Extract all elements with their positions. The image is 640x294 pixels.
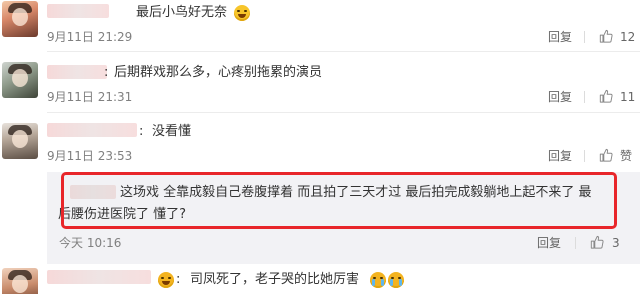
comment-divider <box>47 51 640 52</box>
grinning-face-emoji-icon <box>234 5 250 21</box>
crying-face-emoji-icon <box>158 272 174 288</box>
username-colon: : <box>176 272 181 287</box>
comment-text: 司凤死了，老子哭的比她厉害 <box>190 272 360 287</box>
reply-button[interactable]: 回复 <box>548 30 572 44</box>
username-blurred[interactable] <box>47 270 151 284</box>
like-count: 11 <box>620 90 636 104</box>
avatar[interactable] <box>2 62 38 98</box>
thumbs-up-icon[interactable] <box>599 148 613 162</box>
comment-text: 最后小鸟好无奈 <box>136 5 228 20</box>
sub-reply-time: 今天 10:16 <box>59 236 122 250</box>
avatar-face <box>12 8 28 26</box>
avatar-face <box>12 69 28 87</box>
thumbs-up-icon[interactable] <box>599 29 613 43</box>
comment-text: 后期群戏那么多，心疼别拖累的演员 <box>114 65 323 80</box>
like-count: 12 <box>620 30 636 44</box>
reply-button[interactable]: 回复 <box>548 149 572 163</box>
avatar[interactable] <box>2 1 38 37</box>
username-blurred[interactable] <box>47 4 109 18</box>
action-separator <box>575 237 576 249</box>
action-separator <box>584 91 585 103</box>
comment-text: 没看懂 <box>152 124 192 139</box>
avatar-face <box>12 275 28 293</box>
avatar-face <box>12 130 28 148</box>
username-blurred[interactable] <box>47 65 107 79</box>
avatar[interactable] <box>2 123 38 159</box>
comment-divider <box>47 112 640 113</box>
action-separator <box>584 150 585 162</box>
comment-time: 9月11日 21:31 <box>47 90 133 104</box>
comment-time: 9月11日 21:29 <box>47 30 133 44</box>
thumbs-up-icon[interactable] <box>590 235 604 249</box>
avatar[interactable] <box>2 268 38 294</box>
like-label[interactable]: 赞 <box>620 149 632 163</box>
username-colon: : <box>139 124 144 139</box>
username-blurred[interactable] <box>47 123 137 137</box>
loudly-crying-face-emoji-icon <box>370 272 386 288</box>
username-colon: : <box>104 65 109 80</box>
like-count: 3 <box>612 236 620 250</box>
comment-time: 9月11日 23:53 <box>47 149 133 163</box>
thumbs-up-icon[interactable] <box>599 89 613 103</box>
action-separator <box>584 31 585 43</box>
loudly-crying-face-emoji-icon <box>388 272 404 288</box>
reply-button[interactable]: 回复 <box>548 90 572 104</box>
highlight-box <box>61 172 617 229</box>
reply-button[interactable]: 回复 <box>537 236 561 250</box>
